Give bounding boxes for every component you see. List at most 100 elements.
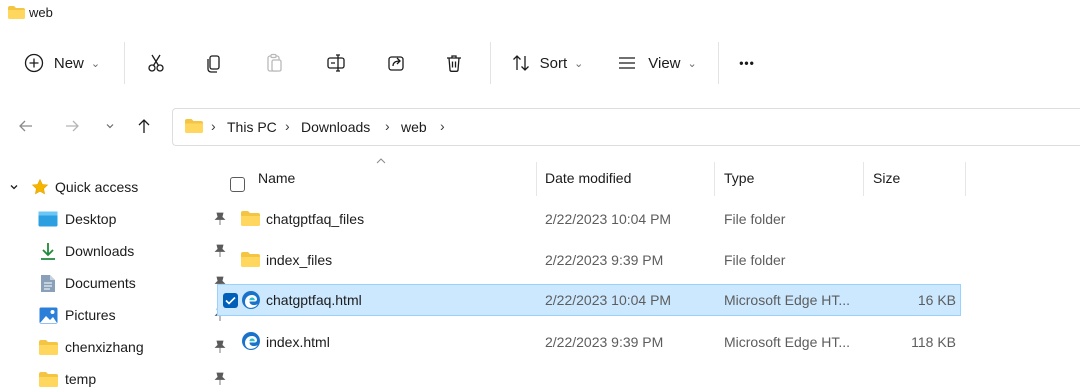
file-type: Microsoft Edge HT... (724, 292, 851, 308)
recent-locations-button[interactable] (98, 114, 122, 138)
desktop-icon (38, 209, 58, 229)
pictures-icon (38, 305, 58, 325)
more-options-button[interactable]: ••• (730, 46, 764, 80)
back-button[interactable] (14, 114, 38, 138)
file-size: 118 KB (911, 334, 956, 350)
address-bar[interactable]: › This PC › Downloads › web › (172, 108, 1080, 146)
plus-circle-icon (24, 53, 44, 73)
edge-icon (241, 331, 261, 351)
sort-label: Sort (539, 54, 568, 72)
file-size: 16 KB (917, 292, 956, 308)
breadcrumb-downloads[interactable]: Downloads (301, 119, 370, 135)
file-row[interactable]: index.html 2/22/2023 9:39 PM Microsoft E… (217, 326, 961, 358)
chevron-down-icon: ⌄ (90, 57, 101, 70)
share-icon (386, 53, 406, 73)
scissors-icon (146, 53, 166, 73)
file-name: chatgptfaq_files (266, 211, 365, 227)
sidebar-item-downloads[interactable]: Downloads (38, 236, 226, 266)
chevron-down-icon (8, 181, 22, 193)
star-icon (30, 177, 50, 197)
window-title: web (29, 5, 53, 20)
download-icon (38, 241, 58, 261)
new-label: New (53, 54, 84, 72)
column-header-name[interactable]: Name (258, 170, 295, 186)
new-button[interactable]: New ⌄ (16, 46, 108, 80)
sidebar-item-desktop[interactable]: Desktop (38, 204, 226, 234)
column-header-size[interactable]: Size (873, 170, 900, 186)
file-name: index.html (266, 334, 330, 350)
folder-icon (241, 209, 260, 226)
sidebar-item-quick-access[interactable]: Quick access (8, 172, 198, 202)
rename-icon (326, 53, 346, 73)
file-row[interactable]: index_files 2/22/2023 9:39 PM File folde… (217, 244, 961, 276)
file-row[interactable]: chatgptfaq_files 2/22/2023 10:04 PM File… (217, 203, 961, 235)
file-date: 2/22/2023 10:04 PM (545, 211, 672, 227)
chevron-down-icon: ⌄ (687, 57, 697, 70)
trash-icon (444, 53, 464, 73)
file-row-selected[interactable]: chatgptfaq.html 2/22/2023 10:04 PM Micro… (217, 284, 961, 316)
view-lines-icon (617, 53, 637, 73)
up-button[interactable] (132, 114, 156, 138)
folder-icon (185, 119, 203, 133)
file-date: 2/22/2023 9:39 PM (545, 252, 664, 268)
sidebar-item-temp[interactable]: temp (38, 364, 226, 392)
sidebar-item-label: Pictures (65, 307, 116, 323)
column-divider[interactable] (714, 162, 715, 196)
sidebar-item-label: Downloads (65, 243, 135, 259)
column-divider[interactable] (965, 162, 966, 196)
column-header-date-modified[interactable]: Date modified (545, 170, 631, 186)
file-name: index_files (266, 252, 333, 268)
file-type: File folder (724, 211, 786, 227)
delete-button[interactable] (436, 46, 472, 80)
forward-button[interactable] (60, 114, 84, 138)
breadcrumb-separator-icon: › (440, 118, 445, 134)
chevron-down-icon: ⌄ (574, 57, 584, 70)
file-type: Microsoft Edge HT... (724, 334, 851, 350)
column-divider[interactable] (536, 162, 537, 196)
sidebar-item-label: Quick access (55, 179, 139, 195)
breadcrumb-separator-icon: › (285, 118, 290, 134)
documents-icon (38, 273, 58, 293)
arrow-up-icon (136, 118, 152, 134)
navigation-bar: › This PC › Downloads › web › (0, 98, 1080, 152)
folder-icon (241, 250, 260, 267)
paste-button[interactable] (257, 46, 293, 80)
sort-button[interactable]: Sort ⌄ (503, 46, 591, 80)
sort-icon (511, 53, 531, 73)
file-date: 2/22/2023 10:04 PM (545, 292, 672, 308)
sidebar-item-documents[interactable]: Documents (38, 268, 226, 298)
copy-button[interactable] (196, 46, 232, 80)
folder-icon (8, 6, 25, 19)
sidebar-item-label: temp (65, 371, 97, 387)
command-bar: New ⌄ Sort ⌄ View ⌄ ••• (0, 30, 1080, 96)
folder-icon (38, 337, 58, 357)
row-checkbox-checked[interactable] (223, 293, 238, 308)
view-button[interactable]: View ⌄ (609, 46, 705, 80)
copy-icon (204, 53, 224, 73)
file-type: File folder (724, 252, 786, 268)
sidebar-item-label: Documents (65, 275, 136, 291)
sidebar-item-chenxizhang[interactable]: chenxizhang (38, 332, 226, 362)
file-list: Name Date modified Type Size chatgptfaq_… (217, 158, 977, 392)
toolbar-divider (124, 42, 125, 84)
cut-button[interactable] (138, 46, 174, 80)
breadcrumb-separator-icon: › (211, 118, 216, 134)
sidebar-item-pictures[interactable]: Pictures (38, 300, 226, 330)
view-label: View (648, 54, 681, 72)
paste-icon (265, 53, 285, 73)
column-header-type[interactable]: Type (724, 170, 754, 186)
breadcrumb-this-pc[interactable]: This PC (227, 119, 277, 135)
chevron-down-icon (104, 120, 116, 132)
arrow-right-icon (64, 118, 80, 134)
column-divider[interactable] (863, 162, 864, 196)
navigation-pane: Quick access Desktop Downloads Documents (0, 160, 226, 392)
share-button[interactable] (378, 46, 414, 80)
folder-icon (38, 369, 58, 389)
rename-button[interactable] (318, 46, 354, 80)
arrow-left-icon (18, 118, 34, 134)
sidebar-item-label: chenxizhang (65, 339, 144, 355)
toolbar-divider (718, 42, 719, 84)
breadcrumb-separator-icon: › (385, 118, 390, 134)
breadcrumb-web[interactable]: web (401, 119, 427, 135)
edge-icon (241, 290, 261, 310)
